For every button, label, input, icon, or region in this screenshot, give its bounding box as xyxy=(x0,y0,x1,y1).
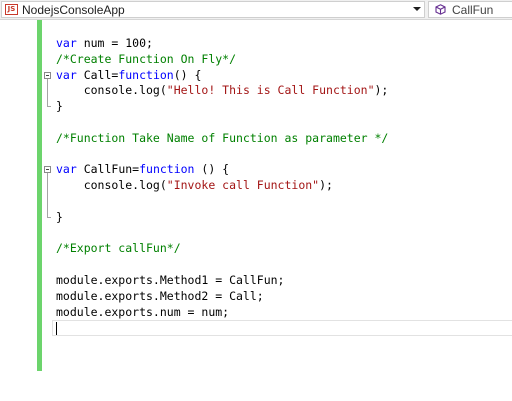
code-token: num = 100; xyxy=(76,36,153,50)
code-area[interactable]: var num = 100;/*Create Function On Fly*/… xyxy=(0,36,512,337)
code-token: Call= xyxy=(76,67,119,82)
code-token: ); xyxy=(374,83,389,98)
code-text: var CallFun=function () { xyxy=(56,162,229,178)
project-dropdown-label: NodejsConsoleApp xyxy=(22,2,125,17)
code-line[interactable]: var num = 100; xyxy=(0,36,512,52)
code-line[interactable]: var Call=function() { xyxy=(0,68,512,84)
code-text: module.exports.num = num; xyxy=(56,305,229,321)
current-line-highlight xyxy=(52,320,512,337)
outline-end-guide xyxy=(47,99,51,108)
code-text: console.log("Hello! This is Call Functio… xyxy=(56,83,389,99)
method-cube-icon xyxy=(435,4,446,15)
code-text: } xyxy=(56,210,63,226)
code-line[interactable] xyxy=(0,147,512,163)
code-token: "Invoke call Function" xyxy=(166,178,320,193)
code-token: module.exports.num = num; xyxy=(56,304,230,319)
code-token: CallFun= xyxy=(76,162,140,177)
code-line[interactable]: console.log("Invoke call Function"); xyxy=(0,178,512,194)
outline-guide xyxy=(47,193,48,210)
code-text: module.exports.Method1 = CallFun; xyxy=(56,273,284,289)
code-token: /*Create Function On Fly*/ xyxy=(56,51,237,66)
code-line[interactable] xyxy=(0,115,512,131)
member-dropdown[interactable]: CallFun xyxy=(428,1,512,18)
collapse-outline-icon[interactable] xyxy=(44,71,51,79)
code-text: console.log("Invoke call Function"); xyxy=(56,178,333,194)
member-dropdown-label: CallFun xyxy=(452,2,494,17)
code-line[interactable]: module.exports.num = num; xyxy=(0,305,512,321)
code-line[interactable]: } xyxy=(0,99,512,115)
code-line[interactable] xyxy=(0,193,512,210)
code-line[interactable]: module.exports.Method1 = CallFun; xyxy=(0,273,512,289)
code-line[interactable]: /*Create Function On Fly*/ xyxy=(0,52,512,68)
code-token: module.exports.Method2 = Call; xyxy=(56,288,264,303)
code-line[interactable] xyxy=(0,226,512,242)
code-token: var xyxy=(56,162,77,177)
code-text: var num = 100; xyxy=(56,36,153,52)
code-token: console.log( xyxy=(56,178,167,193)
chevron-down-icon[interactable] xyxy=(413,7,421,11)
code-text: /*Function Take Name of Function as para… xyxy=(56,131,388,147)
code-line[interactable]: var CallFun=function () { xyxy=(0,162,512,179)
project-dropdown[interactable]: JS NodejsConsoleApp xyxy=(1,1,425,18)
code-token: "Hello! This is Call Function" xyxy=(166,83,375,98)
outline-guide xyxy=(47,83,48,100)
code-text: /*Create Function On Fly*/ xyxy=(56,52,236,68)
code-token: var xyxy=(56,67,77,82)
code-token: /*Export callFun*/ xyxy=(56,241,181,256)
code-token: var xyxy=(56,36,77,50)
code-line[interactable]: console.log("Hello! This is Call Functio… xyxy=(0,83,512,100)
code-token: } xyxy=(56,99,63,114)
text-caret xyxy=(56,322,57,336)
navigation-bar: JS NodejsConsoleApp CallFun xyxy=(0,0,512,20)
code-token: () { xyxy=(194,162,230,177)
javascript-file-icon: JS xyxy=(5,4,18,15)
code-token: console.log( xyxy=(56,83,167,98)
code-text: } xyxy=(56,99,63,115)
code-token: function xyxy=(139,162,195,177)
code-editor[interactable]: var num = 100;/*Create Function On Fly*/… xyxy=(0,20,512,401)
outline-end-guide xyxy=(47,209,51,218)
code-text: var Call=function() { xyxy=(56,68,201,84)
code-line[interactable]: /*Function Take Name of Function as para… xyxy=(0,131,512,147)
code-line[interactable]: /*Export callFun*/ xyxy=(0,241,512,257)
code-token: module.exports.Method1 = CallFun; xyxy=(56,272,285,287)
code-line[interactable]: } xyxy=(0,209,512,226)
code-text: /*Export callFun*/ xyxy=(56,241,181,257)
code-line[interactable]: module.exports.Method2 = Call; xyxy=(0,289,512,305)
code-text: module.exports.Method2 = Call; xyxy=(56,289,264,305)
code-line[interactable] xyxy=(0,257,512,273)
code-token: ); xyxy=(319,178,333,193)
code-token: } xyxy=(56,209,63,224)
outline-guide xyxy=(47,178,48,194)
code-line[interactable] xyxy=(0,320,512,337)
collapse-outline-icon[interactable] xyxy=(44,166,51,174)
code-token: () { xyxy=(173,67,202,82)
code-token: /*Function Take Name of Function as para… xyxy=(56,130,389,145)
code-token: function xyxy=(118,67,174,82)
